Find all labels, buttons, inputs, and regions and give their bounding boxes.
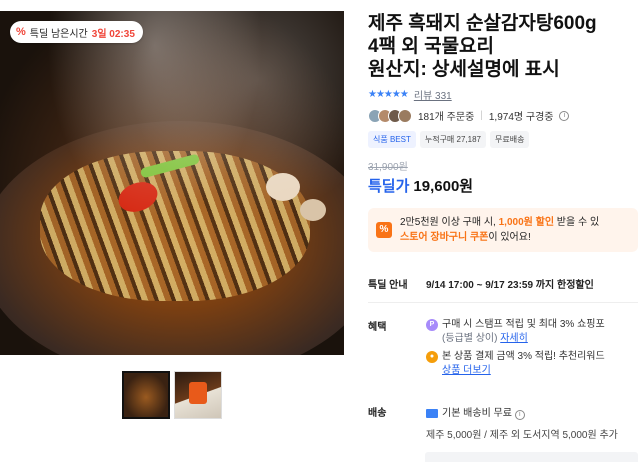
divider — [368, 302, 638, 303]
shipping-info-icon[interactable]: i — [514, 410, 525, 420]
product-main-image[interactable] — [0, 11, 344, 355]
stats-row: 181개 주문중 | 1,974명 구경중 i — [368, 108, 638, 123]
timer-remaining: 3일 02:35 — [91, 28, 135, 40]
rating-row: ★★★★★ 리뷰 331 — [368, 87, 638, 102]
product-info: 제주 흑돼지 순살감자탕600g 4팩 외 국물요리 원산지: 상세설명에 표시… — [368, 12, 638, 252]
percent-icon: % — [16, 26, 26, 38]
benefit-label: 혜택 — [368, 322, 387, 333]
benefit-grade-note: (등급별 상이) — [442, 333, 501, 344]
tag-cumulative-purchase: 누적구매 27,187 — [419, 131, 486, 148]
sale-price: 19,600원 — [413, 178, 474, 195]
deal-info-row: 특딜 안내 9/14 17:00 ~ 9/17 23:59 까지 한정할인 — [368, 276, 638, 291]
coupon-banner[interactable]: % 2만5천원 이상 구매 시, 1,000원 할인 받을 수 있 스토어 장바… — [368, 208, 638, 252]
tag-free-shipping: 무료배송 — [489, 131, 530, 148]
steam-overlay — [0, 11, 344, 355]
viewers-count: 1,974명 구경중 — [488, 112, 554, 123]
truck-icon — [426, 408, 438, 418]
shipping-extra-fee: 제주 5,000원 / 제주 외 도서지역 5,000원 추가 — [426, 430, 618, 441]
tag-list: 식품 BEST 누적구매 27,187 무료배송 — [368, 131, 638, 148]
coupon-line1-suffix: 받을 수 있 — [554, 217, 600, 228]
benefit-row: 혜택 P 구매 시 스탬프 적립 및 최대 3% 쇼핑포 (등급별 상이) 자세… — [368, 318, 638, 378]
title-line-2: 4팩 외 국물요리 — [368, 36, 495, 57]
benefit-reward-text: 본 상품 결제 금액 3% 적립! 추천리워드 — [442, 351, 605, 362]
star-rating: ★★★★★ — [368, 89, 409, 100]
price-row: 특딜가 19,600원 — [368, 175, 638, 196]
option-select-partial[interactable] — [425, 452, 638, 462]
benefit-detail-link[interactable]: 자세히 — [500, 333, 528, 344]
title-line-1: 제주 흑돼지 순살감자탕600g — [368, 13, 597, 34]
benefit-stamp: P 구매 시 스탬프 적립 및 최대 3% 쇼핑포 (등급별 상이) 자세히 — [426, 318, 638, 346]
coupon-discount: 1,000원 할인 — [498, 217, 555, 228]
deal-label: 특딜 안내 — [368, 280, 408, 291]
title-line-3: 원산지: 상세설명에 표시 — [368, 59, 560, 80]
coupon-text: 2만5천원 이상 구매 시, 1,000원 할인 받을 수 있 스토어 장바구니… — [400, 215, 599, 245]
price-label: 특딜가 — [368, 178, 410, 195]
buyer-avatars — [368, 108, 412, 123]
deal-period: 9/14 17:00 ~ 9/17 23:59 까지 한정할인 — [426, 280, 594, 291]
product-title: 제주 흑돼지 순살감자탕600g 4팩 외 국물요리 원산지: 상세설명에 표시 — [368, 12, 638, 81]
thumbnail-strip — [122, 371, 222, 419]
benefit-stamp-text: 구매 시 스탬프 적립 및 최대 3% 쇼핑포 — [442, 319, 605, 330]
shipping-row: 배송 기본 배송비 무료 i 제주 5,000원 / 제주 외 도서지역 5,0… — [368, 404, 638, 441]
deal-timer-badge: % 특딜 남은시간 3일 02:35 — [10, 21, 143, 43]
coupon-store-cart: 스토어 장바구니 쿠폰 — [400, 232, 489, 243]
coupon-line1-prefix: 2만5천원 이상 구매 시, — [400, 217, 499, 228]
shipping-fee: 기본 배송비 무료 — [442, 408, 512, 419]
timer-label: 특딜 남은시간 — [29, 28, 88, 40]
benefit-reward: ● 본 상품 결제 금액 3% 적립! 추천리워드 상품 더보기 — [426, 350, 638, 378]
reward-coin-icon: ● — [426, 351, 438, 363]
tag-food-best[interactable]: 식품 BEST — [368, 131, 416, 148]
point-icon: P — [426, 319, 438, 331]
orders-count: 181개 주문중 — [418, 112, 475, 123]
thumbnail-1[interactable] — [122, 371, 170, 419]
info-icon[interactable]: i — [559, 110, 570, 121]
coupon-icon: % — [376, 222, 392, 238]
thumbnail-2[interactable] — [174, 371, 222, 419]
shipping-label: 배송 — [368, 408, 387, 419]
original-price: 31,900원 — [368, 162, 408, 173]
review-link[interactable]: 리뷰 331 — [414, 87, 452, 102]
more-products-link[interactable]: 상품 더보기 — [442, 365, 491, 376]
coupon-line2-suffix: 이 있어요! — [488, 232, 531, 243]
